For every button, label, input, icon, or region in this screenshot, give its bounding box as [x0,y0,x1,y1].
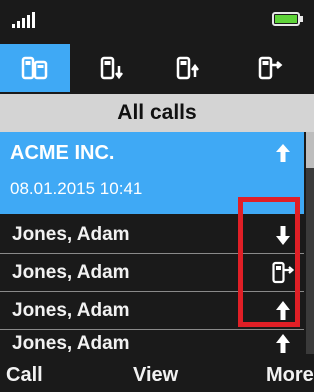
caller-name: ACME INC. [10,142,115,164]
battery-icon [272,12,303,26]
caller-name: Jones, Adam [12,262,130,283]
caller-name: Jones, Adam [12,300,130,321]
status-bar [0,0,314,42]
softkey-view[interactable]: View [133,364,178,387]
outgoing-arrow-icon [276,144,290,162]
all-calls-icon [21,56,48,80]
call-list-item[interactable]: Jones, Adam [0,330,304,356]
list-title-text: All calls [117,101,197,124]
incoming-calls-icon [100,56,123,80]
signal-icon [12,12,38,28]
tab-forwarded-calls[interactable] [234,44,304,92]
caller-name: Jones, Adam [12,333,130,354]
list-title: All calls [0,94,314,132]
scrollbar-thumb[interactable] [306,132,314,168]
phone-screen: All calls ACME INC. 08.01.2015 10:41 Jon… [0,0,314,392]
call-filter-tabs [0,44,314,92]
forwarded-calls-icon [258,56,283,80]
tab-outgoing-calls[interactable] [152,44,222,92]
tab-incoming-calls[interactable] [76,44,146,92]
call-type-icons-highlight [238,197,300,327]
outgoing-calls-icon [176,56,199,80]
softkey-more[interactable]: More [266,364,314,387]
tab-all-calls[interactable] [0,44,70,92]
outgoing-arrow-icon [276,334,290,353]
softkey-call[interactable]: Call [6,364,43,387]
call-timestamp: 08.01.2015 10:41 [10,179,143,198]
softkey-bar: Call View More [0,356,314,392]
caller-name: Jones, Adam [12,224,130,245]
